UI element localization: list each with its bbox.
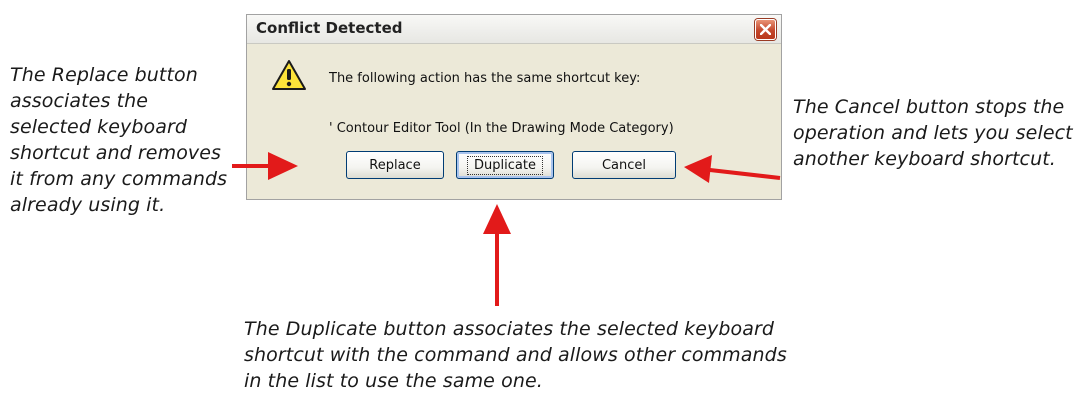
callout-arrows (232, 152, 781, 306)
arrow-to-replace (232, 152, 298, 180)
arrow-to-duplicate (483, 204, 511, 306)
arrow-to-cancel (684, 155, 781, 183)
